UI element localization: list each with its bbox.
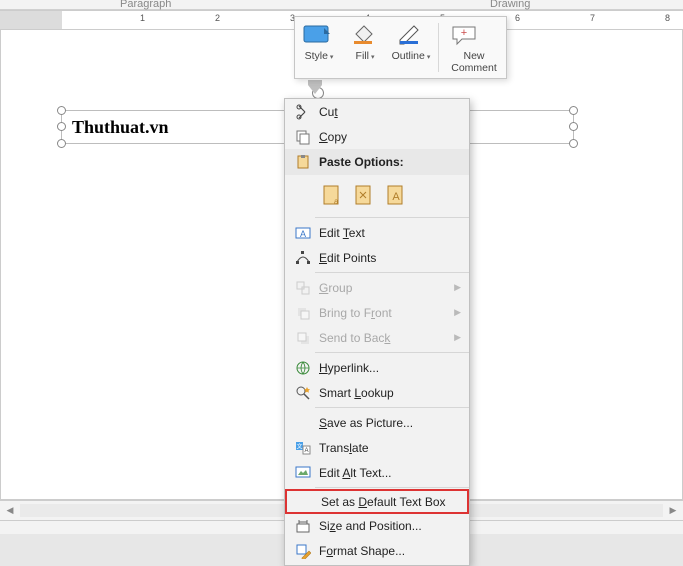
menu-smart-lookup[interactable]: Smart Lookup [285,380,469,405]
mini-toolbar: Style▾ Fill▾ Outline▾ + New Comment [294,16,507,79]
layout-anchor-icon [308,80,322,94]
smart-lookup-icon [291,381,315,405]
svg-text:A: A [300,229,306,239]
menu-save-as-picture[interactable]: Save as Picture... [285,410,469,435]
style-button[interactable]: Style▾ [299,21,339,74]
menu-hyperlink[interactable]: Hyperlink... [285,355,469,380]
menu-translate[interactable]: 文A Translate [285,435,469,460]
menu-format-shape[interactable]: Format Shape... [285,538,469,563]
menu-edit-text[interactable]: A Edit Text [285,220,469,245]
resize-handle-nw[interactable] [57,106,66,115]
menu-edit-points[interactable]: Edit Points [285,245,469,270]
scroll-right-button[interactable]: ▶ [663,501,683,520]
menu-send-to-back: Send to Back ▶ [285,325,469,350]
menu-copy[interactable]: Copy [285,124,469,149]
scissors-icon [291,100,315,124]
menu-group: Group ▶ [285,275,469,300]
menu-size-and-position[interactable]: Size and Position... [285,513,469,538]
ribbon-group-paragraph: Paragraph [120,0,171,10]
new-comment-button[interactable]: + New Comment [446,21,502,74]
clipboard-icon [291,150,315,174]
menu-paste-options-header: Paste Options: [285,149,469,175]
ribbon-group-drawing: Drawing [490,0,530,10]
paste-options-row: a A [285,175,469,215]
group-icon [291,276,315,300]
svg-text:+: + [461,27,467,39]
menu-edit-alt-text[interactable]: Edit Alt Text... [285,460,469,485]
resize-handle-se[interactable] [569,139,578,148]
copy-icon [291,125,315,149]
scroll-left-button[interactable]: ◀ [0,501,20,520]
pencil-outline-icon [391,21,427,49]
comment-icon: + [446,21,482,49]
paste-merge[interactable] [351,181,377,209]
translate-icon: 文A [291,436,315,460]
paint-bucket-icon [345,21,381,49]
send-back-icon [291,326,315,350]
svg-text:文: 文 [296,442,302,450]
chevron-right-icon: ▶ [454,307,461,318]
paste-text-only[interactable]: A [383,181,409,209]
svg-text:A: A [392,191,400,203]
chevron-right-icon: ▶ [454,332,461,343]
resize-handle-ne[interactable] [569,106,578,115]
menu-cut[interactable]: Cut [285,99,469,124]
menu-bring-to-front: Bring to Front ▶ [285,300,469,325]
shape-style-icon [299,21,335,49]
fill-button[interactable]: Fill▾ [345,21,385,74]
edit-points-icon [291,246,315,270]
outline-button[interactable]: Outline▾ [391,21,431,74]
resize-handle-e[interactable] [569,122,578,131]
format-shape-icon [291,539,315,563]
chevron-right-icon: ▶ [454,282,461,293]
link-icon [291,356,315,380]
resize-handle-w[interactable] [57,122,66,131]
bring-front-icon [291,301,315,325]
context-menu: Cut Copy Paste Options: a A A Edit Text … [284,98,470,566]
svg-text:a: a [334,197,339,206]
paste-keep-source[interactable]: a [319,181,345,209]
alt-text-icon [291,461,315,485]
resize-handle-sw[interactable] [57,139,66,148]
menu-set-default-text-box[interactable]: Set as Default Text Box [285,489,469,514]
svg-text:A: A [304,448,308,454]
edit-text-icon: A [291,221,315,245]
